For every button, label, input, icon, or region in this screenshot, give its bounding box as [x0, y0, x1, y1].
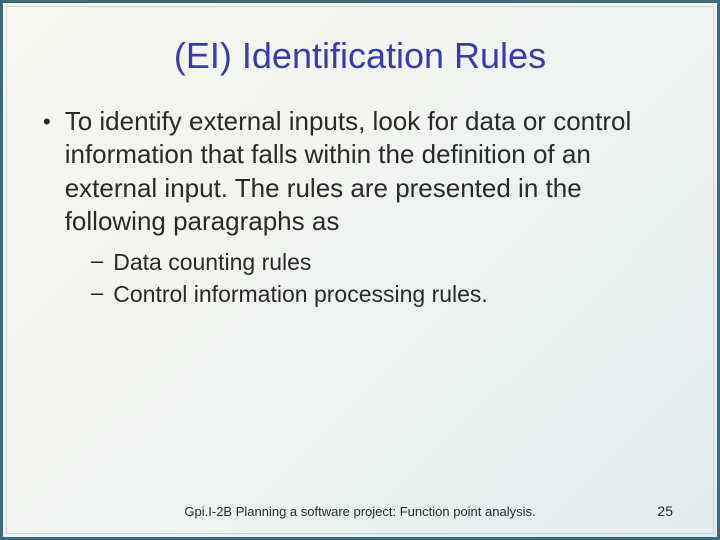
page-number: 25	[657, 503, 673, 519]
sub-bullet-list: – Data counting rules – Control informat…	[91, 248, 677, 310]
dash-icon: –	[91, 248, 103, 274]
sub-bullet: – Control information processing rules.	[91, 280, 677, 310]
dash-icon: –	[91, 280, 103, 306]
slide-body: (EI) Identification Rules • To identify …	[6, 6, 714, 534]
main-bullet: • To identify external inputs, look for …	[43, 105, 677, 238]
sub-bullet-text: Control information processing rules.	[113, 280, 488, 310]
main-bullet-text: To identify external inputs, look for da…	[65, 105, 677, 238]
footer-text: Gpi.I-2B Planning a software project: Fu…	[7, 504, 713, 519]
bullet-dot-icon: •	[43, 109, 51, 135]
slide-title: (EI) Identification Rules	[43, 35, 677, 77]
sub-bullet-text: Data counting rules	[113, 248, 311, 278]
sub-bullet: – Data counting rules	[91, 248, 677, 278]
